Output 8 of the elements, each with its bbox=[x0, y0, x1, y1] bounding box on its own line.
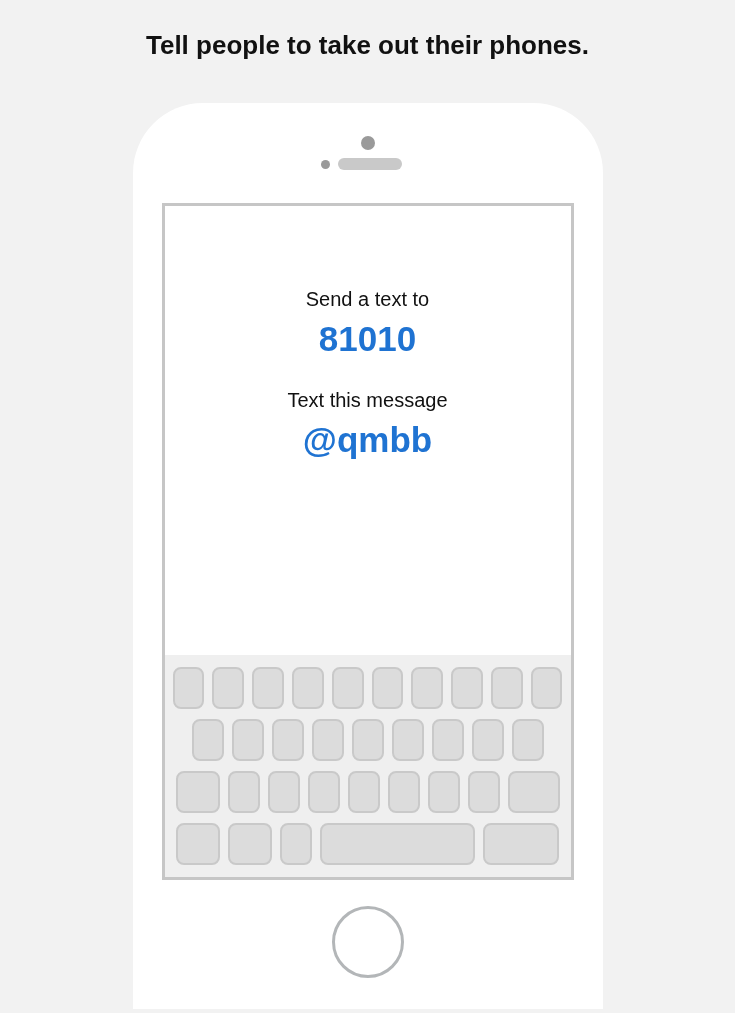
value-text: 81010 bbox=[317, 320, 418, 359]
camera-icon bbox=[360, 136, 375, 151]
instruction-text: Text this message bbox=[286, 387, 449, 413]
instruction-text: Send a text to bbox=[304, 287, 431, 313]
value-text: @qmbb bbox=[301, 420, 434, 460]
speaker-icon bbox=[338, 158, 402, 171]
sensor-icon bbox=[321, 159, 330, 169]
heading: Tell people to take out their phones. bbox=[145, 30, 590, 62]
